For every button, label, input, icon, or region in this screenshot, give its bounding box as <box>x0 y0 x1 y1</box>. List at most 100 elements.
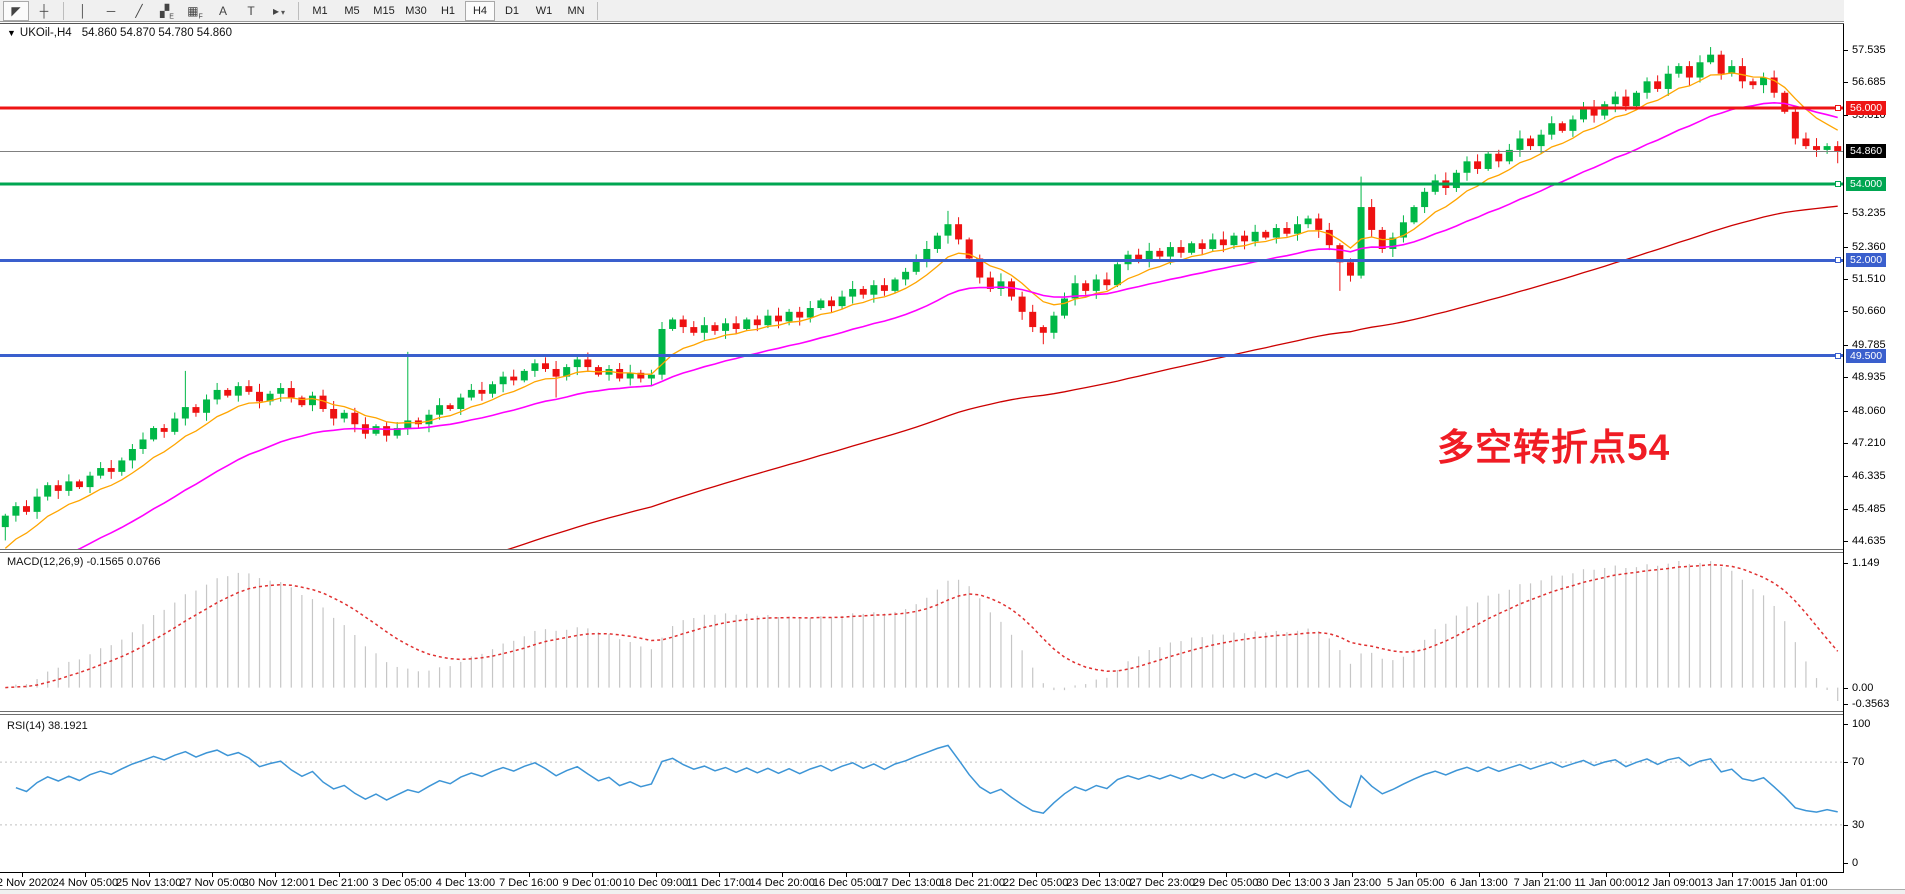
rsi-panel[interactable] <box>0 715 1843 872</box>
time-tick-label: 1 Dec 21:00 <box>309 877 368 889</box>
price-tick-label: 53.235 <box>1852 207 1886 219</box>
macd-tick-mark <box>1844 688 1848 689</box>
toolbar: ◤┼ │─╱▞E▦FAT▸▾ M1M5M15M30H1H4D1W1MN <box>0 0 1905 22</box>
line-end-marker[interactable] <box>1835 353 1841 359</box>
time-tick-label: 30 Dec 13:00 <box>1256 877 1321 889</box>
current-price-badge: 54.860 <box>1846 144 1886 158</box>
time-tick-label: 5 Jan 05:00 <box>1387 877 1445 889</box>
time-tick-label: 24 Nov 05:00 <box>53 877 118 889</box>
rsi-tick-mark <box>1844 762 1848 763</box>
time-tick-label: 13 Jan 17:00 <box>1701 877 1765 889</box>
cursor-tool-button[interactable]: ◤ <box>3 1 29 21</box>
toolbar-separator <box>63 2 64 20</box>
price-tick-mark <box>1844 509 1848 510</box>
timeframe-mn-button[interactable]: MN <box>561 1 591 21</box>
time-tick-label: 7 Dec 16:00 <box>499 877 558 889</box>
time-tick-label: 3 Dec 05:00 <box>372 877 431 889</box>
price-tick-label: 44.635 <box>1852 535 1886 547</box>
time-tick-label: 17 Dec 13:00 <box>876 877 941 889</box>
price-tick-mark <box>1844 50 1848 51</box>
timeframe-w1-button[interactable]: W1 <box>529 1 559 21</box>
chart-text-annotation: 多空转折点54 <box>1437 417 1670 471</box>
time-tick-label: 27 Dec 23:00 <box>1130 877 1195 889</box>
timeframe-h4-button[interactable]: H4 <box>465 1 495 21</box>
toolbar-separator <box>597 2 598 20</box>
macd-tick-mark <box>1844 563 1848 564</box>
arrows-tool-button[interactable]: ▸▾ <box>266 1 292 21</box>
rsi-axis-label: 0 <box>1852 857 1858 869</box>
time-tick-label: 29 Dec 05:00 <box>1193 877 1258 889</box>
macd-tick-mark <box>1844 704 1848 705</box>
crosshair-tool-button[interactable]: ┼ <box>31 1 57 21</box>
rsi-tick-mark <box>1844 825 1848 826</box>
macd-axis-top: 1.149 <box>1852 557 1880 569</box>
price-tick-label: 56.685 <box>1852 76 1886 88</box>
macd-panel[interactable] <box>0 553 1843 711</box>
price-tick-mark <box>1844 443 1848 444</box>
time-tick-label: 11 Dec 17:00 <box>687 877 752 889</box>
price-tick-mark <box>1844 377 1848 378</box>
price-tick-mark <box>1844 476 1848 477</box>
price-tick-mark <box>1844 541 1848 542</box>
price-tick-mark <box>1844 82 1848 83</box>
time-tick-label: 9 Dec 01:00 <box>562 877 621 889</box>
price-tick-mark <box>1844 411 1848 412</box>
time-tick-label: 22 Dec 05:00 <box>1003 877 1068 889</box>
price-tick-label: 51.510 <box>1852 273 1886 285</box>
line-end-marker[interactable] <box>1835 181 1841 187</box>
fibonacci-tool-button[interactable]: ▦F <box>182 1 208 21</box>
time-tick-label: 7 Jan 21:00 <box>1514 877 1572 889</box>
time-tick-label: 15 Jan 01:00 <box>1764 877 1828 889</box>
time-tick-label: 3 Jan 23:00 <box>1324 877 1382 889</box>
time-tick-label: 23 Dec 13:00 <box>1066 877 1131 889</box>
text-label-tool-button[interactable]: T <box>238 1 264 21</box>
price-level-badge: 52.000 <box>1846 253 1886 267</box>
time-tick-label: 4 Dec 13:00 <box>436 877 495 889</box>
time-tick-label: 22 Nov 2020 <box>0 877 53 889</box>
timeframe-m15-button[interactable]: M15 <box>369 1 399 21</box>
price-tick-label: 46.335 <box>1852 470 1886 482</box>
time-tick-label: 10 Dec 09:00 <box>623 877 688 889</box>
trendline-tool-button[interactable]: ╱ <box>126 1 152 21</box>
text-tool-button[interactable]: A <box>210 1 236 21</box>
time-tick-label: 12 Jan 09:00 <box>1637 877 1701 889</box>
timeframe-m5-button[interactable]: M5 <box>337 1 367 21</box>
price-tick-mark <box>1844 311 1848 312</box>
line-end-marker[interactable] <box>1835 105 1841 111</box>
price-axis[interactable]: 57.53556.68555.81053.23552.36051.51050.6… <box>1844 0 1905 889</box>
price-tick-mark <box>1844 115 1848 116</box>
rsi-tick-mark <box>1844 724 1848 725</box>
time-tick-label: 18 Dec 21:00 <box>940 877 1005 889</box>
mt4-chart-window: { "toolbar": { "tools": [ {"id":"cursor"… <box>0 0 1905 894</box>
horizontal-line-tool-button[interactable]: ─ <box>98 1 124 21</box>
equidistant-channel-tool-button[interactable]: ▞E <box>154 1 180 21</box>
timeframe-m1-button[interactable]: M1 <box>305 1 335 21</box>
time-tick-label: 25 Nov 13:00 <box>116 877 181 889</box>
rsi-axis-label: 100 <box>1852 718 1870 730</box>
timeframe-h1-button[interactable]: H1 <box>433 1 463 21</box>
line-end-marker[interactable] <box>1835 257 1841 263</box>
price-tick-mark <box>1844 213 1848 214</box>
price-tick-label: 50.660 <box>1852 305 1886 317</box>
time-tick-label: 30 Nov 12:00 <box>243 877 308 889</box>
price-tick-mark <box>1844 345 1848 346</box>
rsi-axis-label: 70 <box>1852 756 1864 768</box>
time-tick-label: 27 Nov 05:00 <box>179 877 244 889</box>
rsi-tick-mark <box>1844 863 1848 864</box>
price-tick-label: 57.535 <box>1852 44 1886 56</box>
timeframe-m30-button[interactable]: M30 <box>401 1 431 21</box>
vertical-line-tool-button[interactable]: │ <box>70 1 96 21</box>
macd-axis-bottom: -0.3563 <box>1852 698 1889 710</box>
time-tick-label: 14 Dec 20:00 <box>749 877 814 889</box>
time-tick-label: 16 Dec 05:00 <box>813 877 878 889</box>
toolbar-separator <box>298 2 299 20</box>
window-resize-strip <box>0 889 1905 894</box>
timeframe-d1-button[interactable]: D1 <box>497 1 527 21</box>
price-tick-mark <box>1844 247 1848 248</box>
price-tick-label: 45.485 <box>1852 503 1886 515</box>
price-level-badge: 49.500 <box>1846 349 1886 363</box>
time-axis[interactable]: 22 Nov 202024 Nov 05:0025 Nov 13:0027 No… <box>0 873 1905 889</box>
price-tick-label: 48.060 <box>1852 405 1886 417</box>
price-level-badge: 56.000 <box>1846 101 1886 115</box>
price-tick-label: 48.935 <box>1852 371 1886 383</box>
